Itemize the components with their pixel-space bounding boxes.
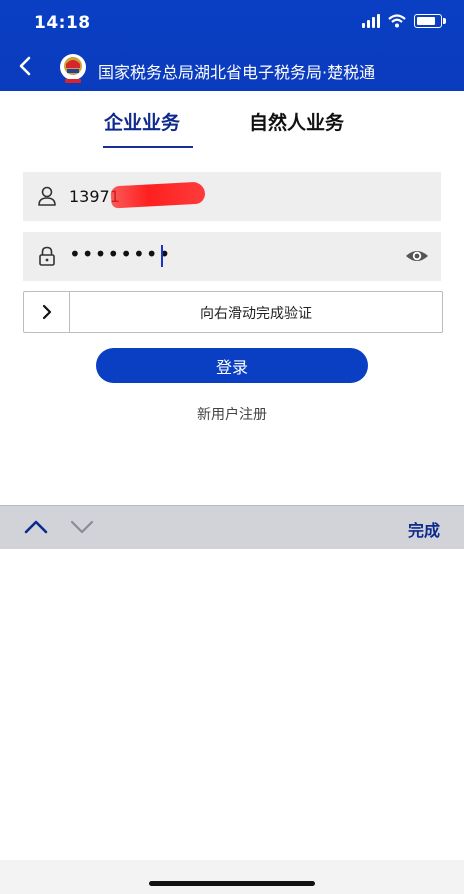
password-field[interactable]: ••••••••: [23, 232, 441, 281]
lock-icon: [39, 246, 55, 266]
slider-handle[interactable]: [24, 292, 70, 332]
login-button[interactable]: 登录: [96, 348, 368, 383]
keyboard-toolbar: 完成: [0, 505, 464, 549]
tax-emblem-icon: [60, 54, 86, 83]
chevron-right-icon: [42, 304, 51, 320]
app-header: 14:18 国家税务总局湖北省电子税务局·楚税通: [0, 0, 464, 91]
wifi-icon: [388, 14, 406, 28]
tab-individual[interactable]: 自然人业务: [249, 108, 344, 135]
status-icons: [362, 14, 446, 28]
username-field[interactable]: 13971: [23, 172, 441, 221]
home-area: [0, 860, 464, 894]
status-time: 14:18: [34, 13, 91, 33]
redaction-mark: [110, 181, 206, 209]
slide-verify[interactable]: 向右滑动完成验证: [23, 291, 443, 333]
chevron-up-icon[interactable]: [24, 518, 48, 536]
status-bar: 14:18: [0, 0, 464, 46]
tab-enterprise[interactable]: 企业业务: [104, 108, 180, 135]
nav-bar: 国家税务总局湖北省电子税务局·楚税通: [0, 48, 464, 91]
password-value: ••••••••: [69, 242, 172, 266]
eye-icon[interactable]: [405, 246, 429, 266]
register-link[interactable]: 新用户注册: [0, 404, 464, 424]
battery-icon: [414, 14, 446, 28]
active-tab-indicator: [103, 146, 193, 148]
user-icon: [38, 186, 56, 206]
chevron-down-icon[interactable]: [70, 518, 94, 536]
signal-icon: [362, 14, 380, 28]
tab-bar: 企业业务 自然人业务: [0, 108, 464, 153]
back-chevron-left-icon[interactable]: [14, 54, 38, 78]
keyboard-done-button[interactable]: 完成: [408, 517, 440, 541]
nav-title: 国家税务总局湖北省电子税务局·楚税通: [98, 63, 376, 82]
home-indicator[interactable]: [149, 881, 315, 886]
slider-label: 向右滑动完成验证: [200, 306, 312, 322]
text-cursor: [161, 245, 163, 267]
